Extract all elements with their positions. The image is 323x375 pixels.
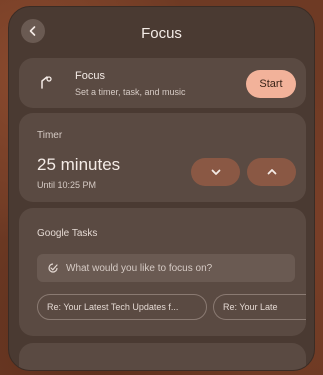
focus-card-title: Focus — [75, 70, 105, 82]
focus-lamp-icon — [41, 76, 52, 89]
task-suggestion-chip[interactable]: Re: Your Late — [213, 294, 306, 320]
timer-label: Timer — [37, 130, 63, 141]
start-button[interactable]: Start — [246, 70, 296, 98]
decrease-timer-button[interactable] — [191, 158, 240, 186]
panel-header: Focus — [9, 7, 314, 59]
task-check-icon — [48, 263, 58, 273]
google-tasks-label: Google Tasks — [37, 228, 98, 239]
focus-card-subtitle: Set a timer, task, and music — [75, 87, 186, 97]
timer-card: Timer 25 minutes Until 10:25 PM — [19, 113, 306, 202]
back-arrow-icon — [29, 26, 36, 36]
music-card — [19, 343, 306, 370]
task-suggestion-chip[interactable]: Re: Your Latest Tech Updates f... — [37, 294, 207, 320]
focus-panel: Focus Focus Set a timer, task, and music… — [8, 6, 315, 371]
timer-value: 25 minutes — [37, 155, 121, 174]
task-input-field[interactable] — [37, 254, 295, 282]
timer-until-text: Until 10:25 PM — [37, 180, 97, 190]
task-search-input[interactable] — [66, 262, 276, 274]
page-title: Focus — [141, 24, 182, 42]
chevron-up-icon — [267, 169, 276, 175]
google-tasks-card: Google Tasks Re: Your Latest Tech Update… — [19, 208, 306, 336]
increase-timer-button[interactable] — [247, 158, 296, 186]
back-button[interactable] — [21, 19, 45, 43]
chevron-down-icon — [211, 169, 220, 175]
focus-card: Focus Set a timer, task, and music Start — [19, 58, 306, 108]
